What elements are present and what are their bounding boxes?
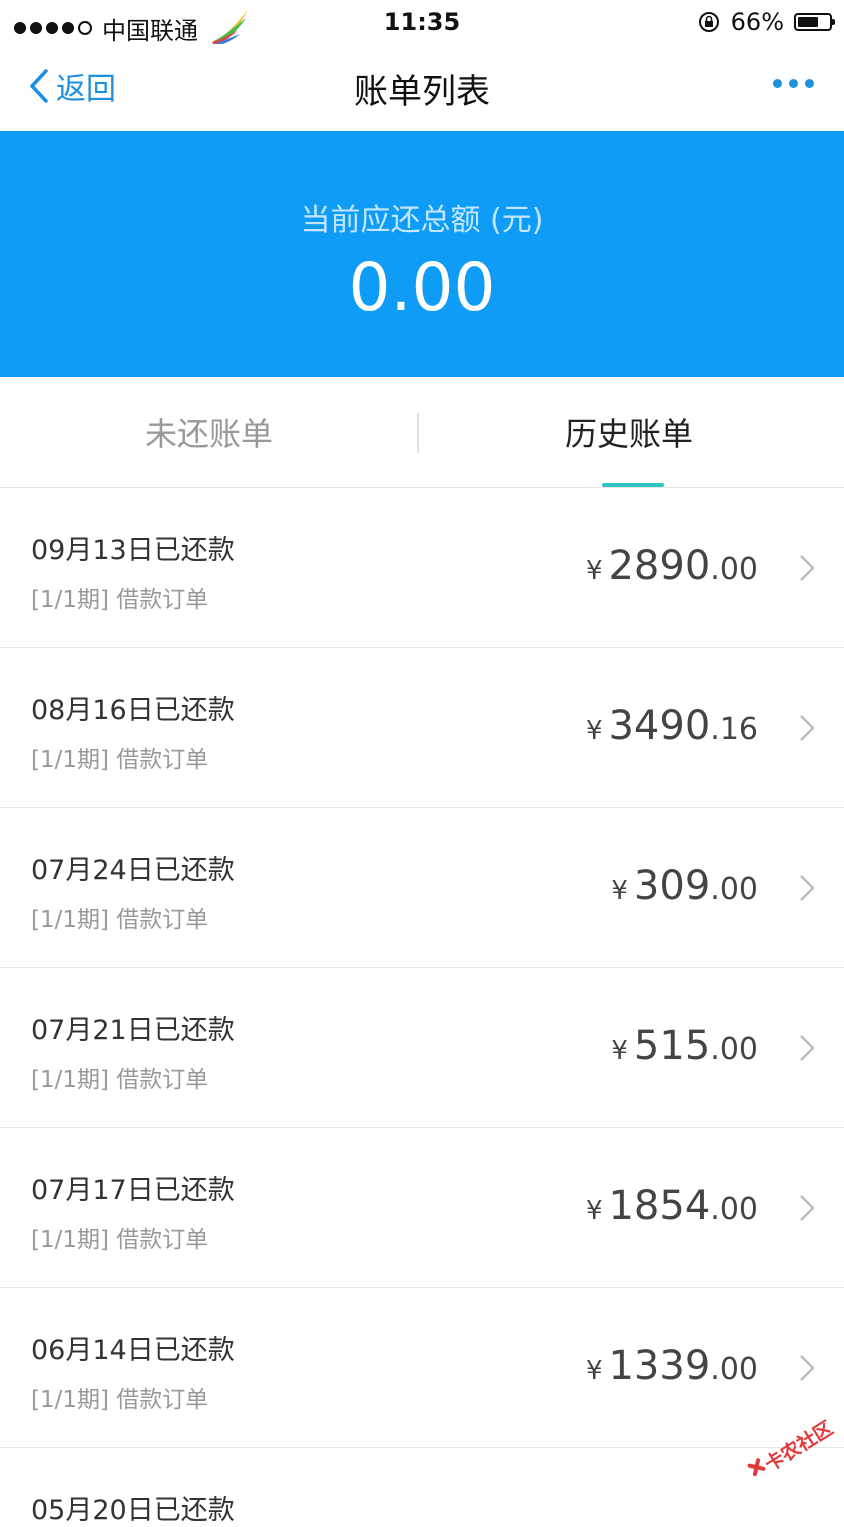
chevron-right-icon <box>800 1035 815 1061</box>
bill-date-status: 06月14日已还款 <box>31 1335 235 1366</box>
bill-date-status: 08月16日已还款 <box>31 695 235 726</box>
currency-symbol: ¥ <box>611 1036 628 1066</box>
battery-icon <box>794 13 835 31</box>
currency-symbol: ¥ <box>585 556 603 586</box>
currency-symbol: ¥ <box>585 716 603 746</box>
list-item[interactable]: 08月16日已还款 [1/1期] 借款订单 ¥ 3490 .16 <box>0 648 844 808</box>
amount-decimal: .16 <box>710 712 758 747</box>
bill-subtitle: [1/1期] 借款订单 <box>31 1387 209 1413</box>
bill-subtitle: [1/1期] 借款订单 <box>31 587 209 613</box>
status-right: 66% <box>697 8 835 36</box>
amount-decimal: .00 <box>710 1032 758 1067</box>
list-item[interactable]: 07月24日已还款 [1/1期] 借款订单 ¥ 309 .00 <box>0 808 844 968</box>
chevron-right-icon <box>800 715 815 741</box>
watermark-text: 卡农社区 <box>760 1416 837 1476</box>
bill-date-status: 09月13日已还款 <box>31 535 235 566</box>
amount-decimal: .00 <box>710 1192 758 1227</box>
currency-symbol: ¥ <box>585 1356 603 1386</box>
amount-integer: 3490 <box>608 703 711 749</box>
bill-amount: ¥ 1854 .00 <box>586 1183 758 1229</box>
list-item[interactable]: 07月17日已还款 [1/1期] 借款订单 ¥ 1854 .00 <box>0 1128 844 1288</box>
bill-date-status: 07月24日已还款 <box>31 855 235 886</box>
chevron-right-icon <box>800 1355 815 1381</box>
amount-decimal: .00 <box>710 1352 758 1387</box>
bill-subtitle: [1/1期] 借款订单 <box>31 907 209 933</box>
total-due-amount: 0.00 <box>348 249 496 326</box>
list-item[interactable]: 09月13日已还款 [1/1期] 借款订单 ¥ 2890 .00 <box>0 488 844 648</box>
bill-date-status: 07月21日已还款 <box>31 1015 235 1046</box>
active-tab-indicator <box>602 483 664 487</box>
battery-percent: 66% <box>730 8 784 36</box>
total-due-label: 当前应还总额 (元) <box>300 203 544 238</box>
tab-history-bills[interactable]: 历史账单 <box>420 377 838 487</box>
bill-amount: ¥ 2890 .00 <box>586 543 758 589</box>
bill-list: 09月13日已还款 [1/1期] 借款订单 ¥ 2890 .00 08月16日已… <box>0 488 844 1526</box>
list-item[interactable]: 06月14日已还款 [1/1期] 借款订单 ¥ 1339 .00 <box>0 1288 844 1448</box>
tab-unpaid-bills[interactable]: 未还账单 <box>0 377 418 487</box>
bill-date-status: 07月17日已还款 <box>31 1175 235 1206</box>
tab-divider <box>417 413 419 453</box>
rotation-lock-icon <box>698 12 719 32</box>
bill-amount: ¥ 3490 .16 <box>586 703 758 749</box>
status-bar: 中国联通 11:35 66% <box>0 0 844 46</box>
chevron-right-icon <box>800 1195 815 1221</box>
nav-bar: 返回 账单列表 <box>0 44 844 130</box>
list-item[interactable]: 05月20日已还款 <box>0 1448 844 1526</box>
amount-integer: 309 <box>633 863 711 909</box>
bill-subtitle: [1/1期] 借款订单 <box>31 1067 209 1093</box>
more-dot-icon <box>773 79 782 88</box>
amount-integer: 1339 <box>608 1343 711 1389</box>
chevron-right-icon <box>800 875 815 901</box>
more-dot-icon <box>805 79 814 88</box>
bill-amount: ¥ 309 .00 <box>611 863 758 909</box>
amount-decimal: .00 <box>710 552 758 587</box>
watermark-logo: 卡农社区 <box>747 1416 837 1477</box>
bill-amount: ¥ 515 .00 <box>611 1023 758 1069</box>
chevron-right-icon <box>800 555 815 581</box>
page-title: 账单列表 <box>354 72 490 112</box>
bill-tabs: 未还账单 历史账单 <box>0 377 844 488</box>
amount-integer: 2890 <box>608 543 711 589</box>
list-item[interactable]: 07月21日已还款 [1/1期] 借款订单 ¥ 515 .00 <box>0 968 844 1128</box>
bill-subtitle: [1/1期] 借款订单 <box>31 1227 209 1253</box>
currency-symbol: ¥ <box>611 876 628 906</box>
total-due-banner: 当前应还总额 (元) 0.00 <box>0 131 844 377</box>
bill-date-status: 05月20日已还款 <box>31 1495 235 1526</box>
more-menu-button[interactable] <box>773 79 814 88</box>
bill-subtitle: [1/1期] 借款订单 <box>31 747 209 773</box>
amount-decimal: .00 <box>710 872 758 907</box>
currency-symbol: ¥ <box>585 1196 603 1226</box>
amount-integer: 515 <box>633 1023 711 1069</box>
more-dot-icon <box>789 79 798 88</box>
bill-amount: ¥ 1339 .00 <box>586 1343 758 1389</box>
amount-integer: 1854 <box>608 1183 711 1229</box>
